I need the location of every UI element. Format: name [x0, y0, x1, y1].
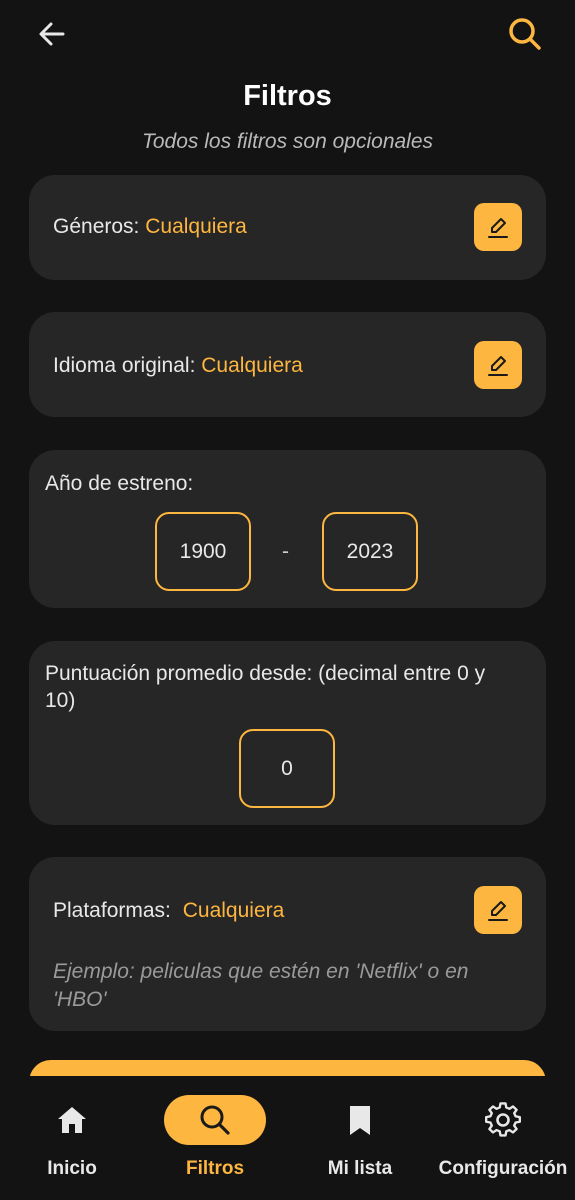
edit-platforms-button[interactable] [474, 886, 522, 934]
year-from-input[interactable]: 1900 [155, 512, 251, 591]
search-button[interactable] [503, 12, 547, 56]
genres-value: Cualquiera [145, 215, 247, 238]
pencil-icon [488, 356, 508, 376]
gear-icon [485, 1102, 521, 1137]
nav-item-inicio[interactable]: Inicio [22, 1076, 122, 1200]
nav-label-configuracion: Configuración [438, 1158, 568, 1179]
bookmark-icon [350, 1106, 370, 1135]
nav-label-inicio: Inicio [47, 1158, 97, 1179]
nav-item-configuracion[interactable]: Configuración [436, 1076, 570, 1200]
home-icon [58, 1107, 86, 1133]
page-subtitle: Todos los filtros son opcionales [141, 130, 434, 153]
year-to-input[interactable]: 2023 [322, 512, 418, 591]
language-value: Cualquiera [201, 354, 303, 377]
platforms-example: Ejemplo: peliculas que estén en 'Netflix… [53, 960, 469, 1011]
language-filter-card: Idioma original: Cualquiera [29, 312, 546, 417]
edit-genres-button[interactable] [474, 203, 522, 251]
genres-row: Géneros: Cualquiera [53, 215, 247, 239]
nav-item-filtros[interactable]: Filtros [164, 1076, 266, 1200]
arrow-left-icon [39, 22, 65, 46]
platforms-value: Cualquiera [182, 899, 285, 922]
search-icon [509, 18, 541, 50]
rating-input[interactable]: 0 [239, 729, 335, 808]
page-title: Filtros [243, 80, 332, 112]
back-button[interactable] [32, 14, 72, 54]
rating-label: Puntuación promedio desde: (decimal entr… [45, 662, 486, 712]
platforms-label: Plataformas: [53, 899, 171, 922]
year-label: Año de estreno: [45, 472, 194, 495]
platforms-filter-card: Plataformas: Cualquiera Ejemplo: pelicul… [29, 857, 546, 1031]
year-separator: - [282, 540, 289, 563]
edit-language-button[interactable] [474, 341, 522, 389]
active-indicator [164, 1095, 266, 1145]
platforms-row: Plataformas: Cualquiera [53, 899, 284, 923]
language-row: Idioma original: Cualquiera [53, 354, 303, 378]
genres-label: Géneros: [53, 215, 140, 238]
nav-label-mi-lista: Mi lista [327, 1158, 393, 1179]
top-bar [0, 0, 575, 70]
search-icon [200, 1105, 230, 1135]
nav-item-mi-lista[interactable]: Mi lista [310, 1076, 410, 1200]
pencil-icon [488, 901, 508, 921]
year-filter-card: Año de estreno: 1900 - 2023 [29, 450, 546, 608]
rating-filter-card: Puntuación promedio desde: (decimal entr… [29, 641, 546, 825]
language-label: Idioma original: [53, 354, 196, 377]
pencil-icon [488, 218, 508, 238]
genres-filter-card: Géneros: Cualquiera [29, 175, 546, 280]
nav-label-filtros: Filtros [185, 1158, 245, 1179]
bottom-navigation: Inicio Filtros Mi lista Configuración [0, 1076, 575, 1200]
